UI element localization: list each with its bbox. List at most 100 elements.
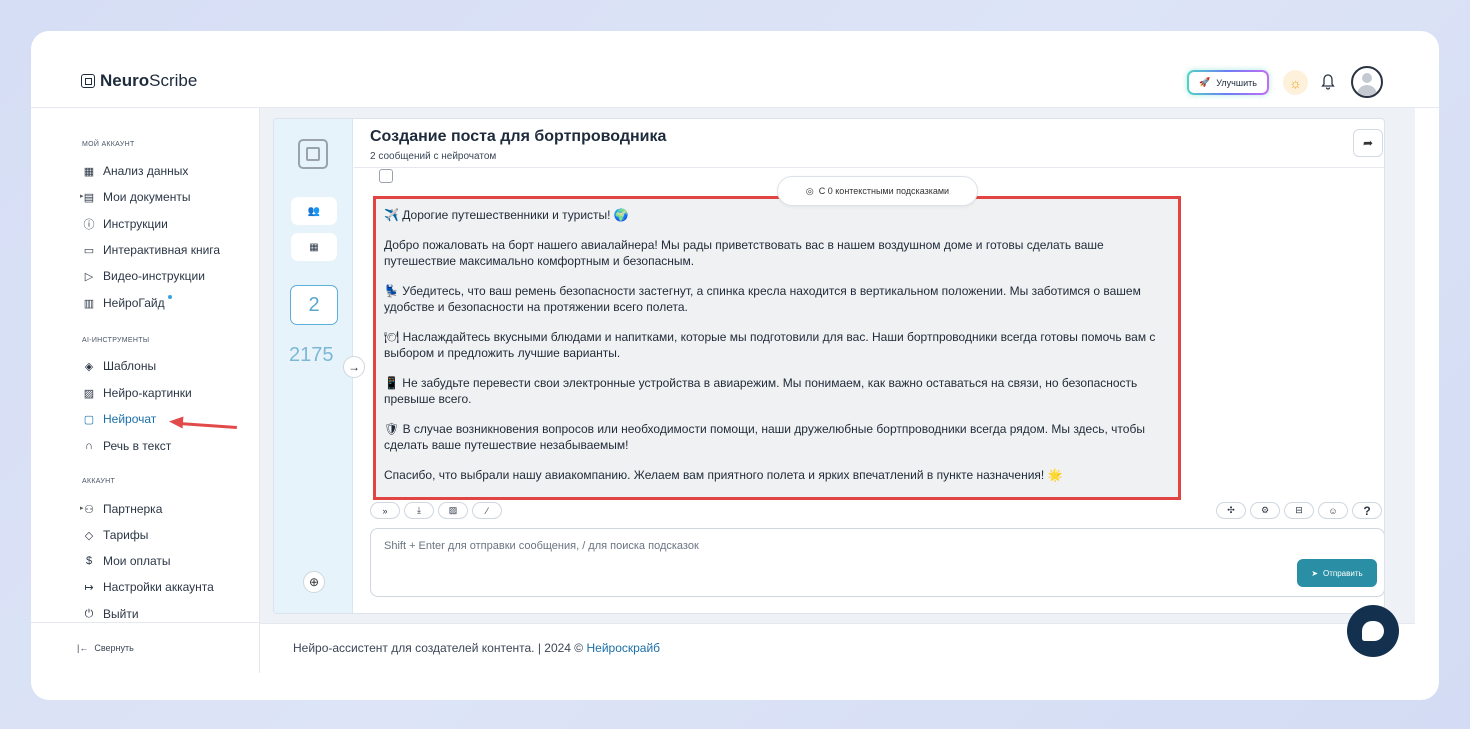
video-icon: ▷ [84,270,94,283]
logo-bold: Neuro [100,71,150,90]
sidebar-item-label: Шаблоны [103,359,157,373]
message-input[interactable]: Shift + Enter для отправки сообщения, / … [370,528,1384,597]
grid-icon[interactable]: ▦ [291,233,337,261]
help-circle-icon: ⓘ [83,219,95,231]
upgrade-label: Улучшить [1216,77,1257,88]
puzzle-icon[interactable]: ✣ [1216,502,1246,519]
rocket-icon: 🚀 [1199,77,1211,87]
section-title-ai-tools: AI-ИНСТРУМЕНТЫ [82,337,150,344]
input-toolbar: ✣ ⚙ ⊟ ☺ ? [1216,502,1382,519]
sidebar-item-label: Настройки аккаунта [103,580,214,594]
expand-arrow-icon[interactable]: → [343,356,365,378]
headphones-icon: ∩ [85,440,93,452]
assistant-message: ✈️ Дорогие путешественники и туристы! 🌍 … [373,196,1181,500]
neuroscribe-icon [298,139,328,169]
token-count: 2175 [289,344,334,366]
message-paragraph: Спасибо, что выбрали нашу авиакомпанию. … [384,468,1063,482]
message-paragraph: Добро пожаловать на борт нашего авиалайн… [384,238,1104,268]
grid-icon: ▦ [83,165,95,178]
chat-title: Создание поста для бортпроводника [370,128,667,145]
bell-icon[interactable] [1317,71,1339,93]
sidebar-divider [31,622,259,623]
help-button[interactable]: ? [1352,502,1382,519]
chat-subtitle: 2 сообщений с нейрочатом [370,151,497,162]
upgrade-button[interactable]: 🚀 Улучшить [1187,70,1269,95]
sidebar-item-my-documents[interactable]: ▤ Мои документы [82,190,191,204]
message-input-placeholder: Shift + Enter для отправки сообщения, / … [384,540,699,552]
sidebar-item-label: Инструкции [103,217,168,231]
avatar[interactable] [1351,66,1383,98]
logo[interactable]: NeuroScribe [81,71,197,91]
bot-avatar-icon [379,169,393,183]
footer: Нейро-ассистент для создателей контента.… [259,623,1415,673]
section-title-my-account: МОЙ АККАУНТ [82,141,135,148]
sidebar-item-neurochat[interactable]: ▢ Нейрочат [82,412,157,426]
collapse-button[interactable]: |← Свернуть [77,643,134,653]
sidebar-item-payments[interactable]: $ Мои оплаты [82,554,171,568]
new-indicator-dot [167,295,172,299]
sidebar-item-account-settings[interactable]: ↦ Настройки аккаунта [82,580,214,594]
tag-icon: ◇ [84,529,94,542]
share-icon[interactable]: ➦ [1353,129,1383,157]
sidebar-item-data-analysis[interactable]: ▦ Анализ данных [82,164,189,178]
target-icon: ◎ [805,186,814,196]
layout-icon[interactable]: ⊟ [1284,502,1314,519]
new-chat-plus-icon[interactable]: ⊕ [303,571,325,593]
top-bar: NeuroScribe 🚀 Улучшить ☼ [31,31,1439,108]
sidebar-item-templates[interactable]: ◈ Шаблоны [82,359,156,373]
users-icon: ⚇ [84,503,94,516]
sidebar-item-label: Мои оплаты [103,554,171,568]
theme-toggle-sun-icon[interactable]: ☼ [1283,70,1308,95]
sidebar-item-label: Партнерка [103,502,163,516]
footer-link[interactable]: Нейроскрайб [586,641,660,655]
document-icon: ▤ [83,191,95,204]
message-count: 2 [290,285,338,325]
context-hint-label: С 0 контекстными подсказками [818,186,950,196]
app-window: NeuroScribe 🚀 Улучшить ☼ МОЙ АККАУНТ ▦ Ан… [31,31,1439,700]
sidebar: МОЙ АККАУНТ ▦ Анализ данных ▸ ▤ Мои докуме… [31,108,259,700]
sidebar-item-label: Речь в текст [103,439,172,453]
sidebar-item-interactive-book[interactable]: ▭ Интерактивная книга [82,243,220,257]
support-chat-icon[interactable] [1347,605,1399,657]
send-button[interactable]: ➤ Отправить [1297,559,1377,587]
send-label: Отправить [1323,568,1363,578]
message-paragraph: 📱 Не забудьте перевести свои электронные… [384,376,1138,406]
sidebar-item-label: Интерактивная книга [103,243,221,257]
magic-wand-icon[interactable]: ⁄ [472,502,502,519]
sidebar-item-label: Выйти [103,607,139,621]
collapse-icon: |← [77,643,89,653]
collapse-label: Свернуть [94,643,134,653]
download-icon[interactable]: ⤓ [404,502,434,519]
image-icon: ▨ [83,387,95,400]
layers-icon: ◈ [84,360,94,373]
sidebar-item-instructions[interactable]: ⓘ Инструкции [82,217,168,231]
logo-icon [81,74,95,88]
sidebar-item-tariffs[interactable]: ◇ Тарифы [82,528,149,542]
sidebar-item-video-instructions[interactable]: ▷ Видео-инструкции [82,269,205,283]
context-hints-pill[interactable]: ◎ С 0 контекстными подсказками [777,176,978,206]
sidebar-item-label: НейроГайд [103,296,165,310]
sidebar-item-label: Анализ данных [103,164,189,178]
chat-side-column: 👥 ▦ 2 2175 ⊕ [274,119,353,613]
sidebar-item-neuroguide[interactable]: ▥ НейроГайд [82,295,172,310]
sidebar-item-label: Видео-инструкции [103,269,205,283]
map-icon: ▥ [83,297,95,310]
chat-panel: 👥 ▦ 2 2175 ⊕ → Создание поста для бортпр… [273,118,1385,614]
sidebar-item-partners[interactable]: ⚇ Партнерка [82,502,162,516]
sidebar-item-speech-to-text[interactable]: ∩ Речь в текст [82,439,171,453]
robot-icon[interactable]: ☺ [1318,502,1348,519]
settings-icon[interactable]: ⚙ [1250,502,1280,519]
book-icon: ▭ [83,244,95,257]
collapse-chevrons-icon[interactable]: » [370,502,400,519]
users-icon[interactable]: 👥 [291,197,337,225]
sidebar-item-label: Нейро-картинки [103,386,192,400]
message-paragraph: 🍽 Наслаждайтесь вкусными блюдами и напит… [384,330,1156,360]
message-paragraph: 💺 Убедитесь, что ваш ремень безопасности… [384,284,1141,314]
image-icon[interactable]: ▨ [438,502,468,519]
chat-divider [354,167,1384,168]
footer-text: Нейро-ассистент для создателей контента.… [293,641,587,655]
message-toolbar: » ⤓ ▨ ⁄ [370,502,502,519]
message-paragraph: ✈️ Дорогие путешественники и туристы! 🌍 [384,208,629,222]
sidebar-item-neuro-images[interactable]: ▨ Нейро-картинки [82,386,192,400]
sidebar-item-logout[interactable]: ⏻ Выйти [82,607,139,621]
